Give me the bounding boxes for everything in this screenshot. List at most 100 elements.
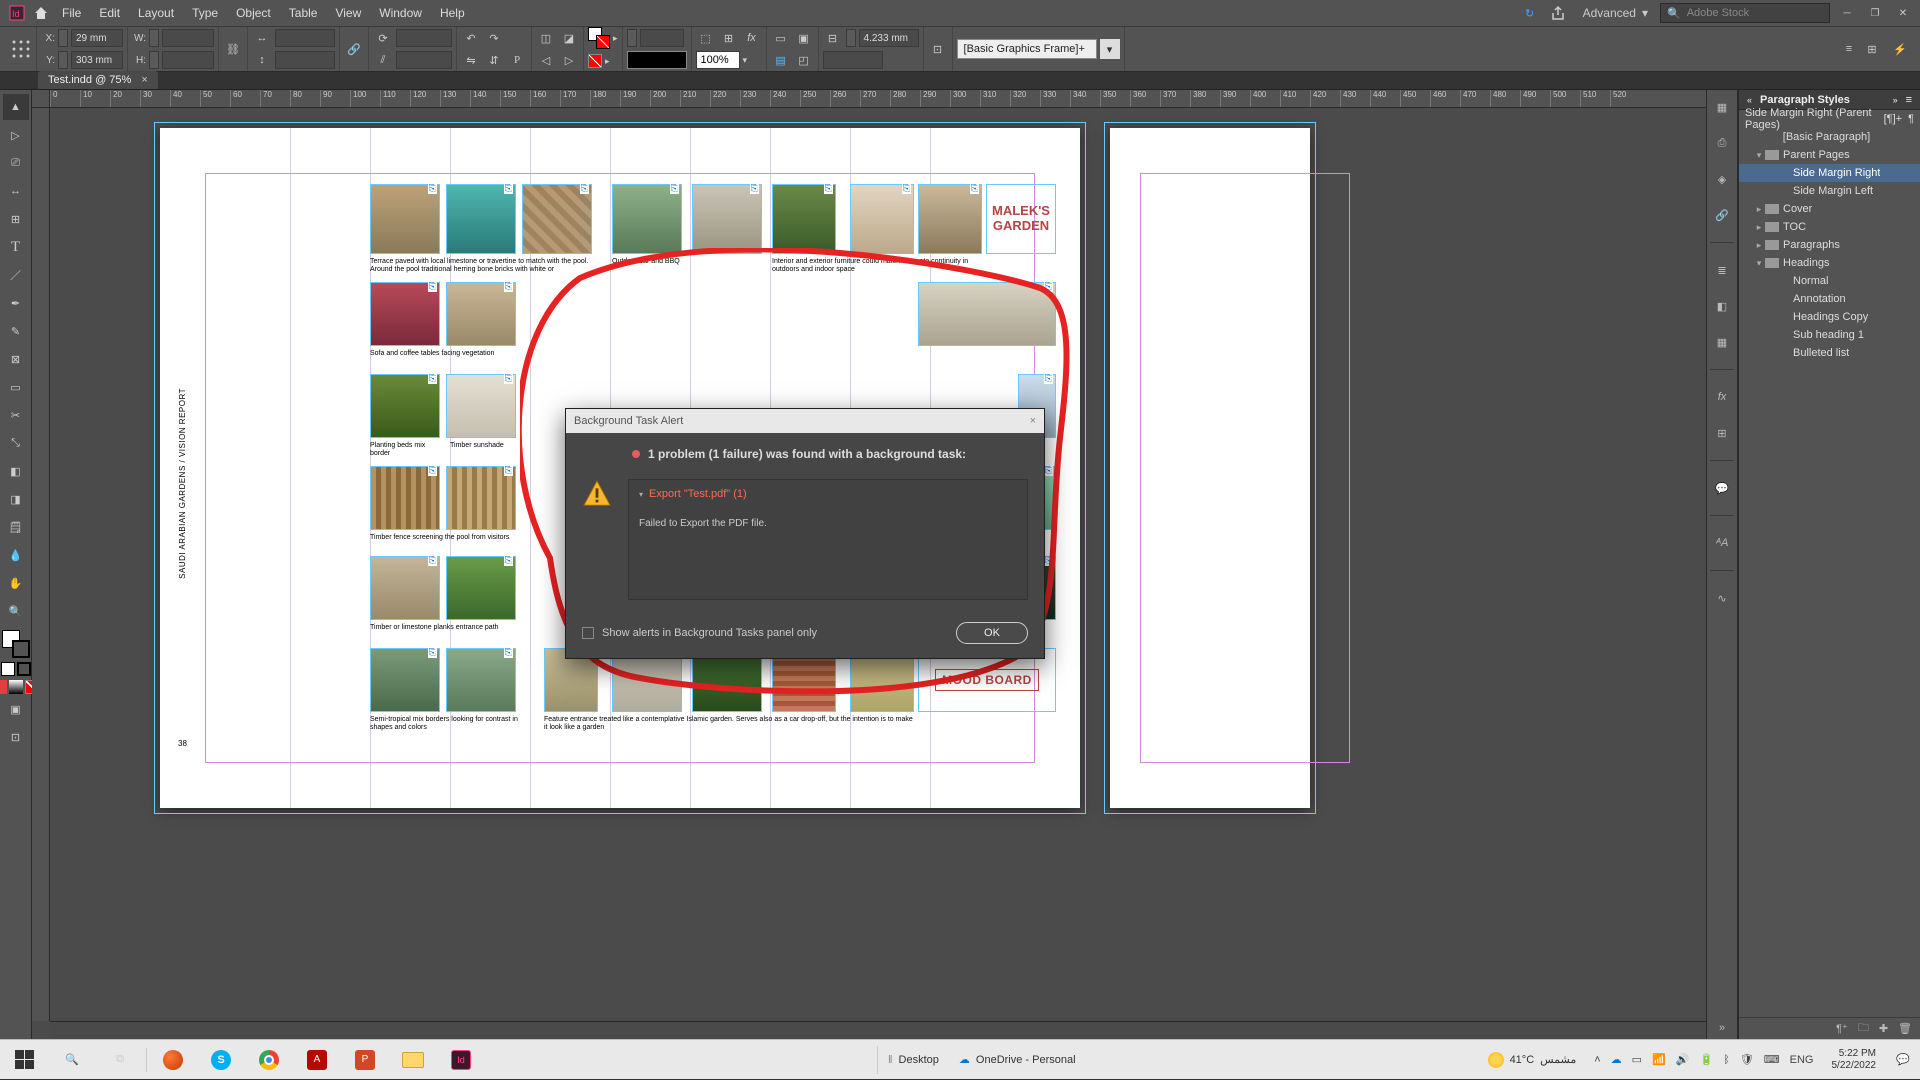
tray-language[interactable]: ENG <box>1790 1054 1814 1066</box>
fx-icon[interactable]: fx <box>742 28 762 48</box>
distribute-panel-icon[interactable]: ⊞ <box>1862 39 1882 59</box>
moodboard-image[interactable] <box>446 282 516 346</box>
tray-onedrive-icon[interactable]: ☁ <box>1611 1053 1622 1066</box>
free-transform-tool-icon[interactable]: ⤡ <box>3 430 29 456</box>
p-icon[interactable]: P <box>507 50 527 70</box>
start-button[interactable] <box>0 1040 48 1080</box>
w-field[interactable] <box>162 29 214 47</box>
note-tool-icon[interactable]: 🗒 <box>3 514 29 540</box>
title-box[interactable]: MALEK'S GARDEN <box>986 184 1056 254</box>
auto-fit-icon[interactable]: ⬚ <box>696 28 716 48</box>
show-desktop-peek[interactable]: ‖Desktop <box>877 1046 949 1074</box>
direct-selection-tool-icon[interactable]: ▷ <box>3 122 29 148</box>
taskbar-app-skype[interactable]: S <box>197 1040 245 1080</box>
text-wrap-around-icon[interactable]: ▣ <box>794 28 814 48</box>
onedrive-pill[interactable]: ☁OneDrive - Personal <box>949 1046 1086 1074</box>
pencil-tool-icon[interactable]: ✎ <box>3 318 29 344</box>
vertical-ruler[interactable] <box>32 108 50 1021</box>
error-detail-box[interactable]: ▾ Export "Test.pdf" (1) Failed to Export… <box>628 479 1028 600</box>
rectangle-tool-icon[interactable]: ▭ <box>3 374 29 400</box>
dialog-close-icon[interactable]: × <box>1030 415 1036 427</box>
style-folder-row[interactable]: ▸Cover <box>1739 200 1920 218</box>
menu-layout[interactable]: Layout <box>130 2 182 24</box>
x-stepper[interactable] <box>58 29 68 47</box>
select-prev-icon[interactable]: ◁ <box>536 50 556 70</box>
apply-stroke-icon[interactable] <box>17 662 31 676</box>
horizontal-ruler[interactable]: 0102030405060708090100110120130140150160… <box>50 90 1706 108</box>
horizontal-scrollbar[interactable] <box>50 1021 1706 1039</box>
taskbar-app-chrome[interactable] <box>245 1040 293 1080</box>
style-row[interactable]: Headings Copy <box>1739 308 1920 326</box>
menu-object[interactable]: Object <box>228 2 279 24</box>
stroke-weight-stepper[interactable] <box>627 29 637 47</box>
pen-tool-icon[interactable]: ✒ <box>3 290 29 316</box>
fill-stroke-toolbox[interactable] <box>2 630 30 658</box>
object-styles-panel-icon[interactable]: ⊞ <box>1711 422 1733 444</box>
window-close-button[interactable]: ✕ <box>1892 5 1914 21</box>
scale-y-field[interactable] <box>275 51 335 69</box>
layers-panel-icon[interactable]: ◈ <box>1711 168 1733 190</box>
tray-input-icon[interactable]: ⌨ <box>1764 1053 1780 1066</box>
page-tool-icon[interactable]: ⎚ <box>3 150 29 176</box>
select-next-icon[interactable]: ▷ <box>559 50 579 70</box>
type-tool-icon[interactable]: T <box>3 234 29 260</box>
menu-edit[interactable]: Edit <box>91 2 128 24</box>
shear-field[interactable] <box>396 51 452 69</box>
hand-tool-icon[interactable]: ✋ <box>3 570 29 596</box>
y-field[interactable]: 303 mm <box>71 51 123 69</box>
opacity-field[interactable]: 100% <box>696 51 740 69</box>
taskbar-app-powerpoint[interactable]: P <box>341 1040 389 1080</box>
menu-table[interactable]: Table <box>281 2 326 24</box>
error-group-row[interactable]: ▾ Export "Test.pdf" (1) <box>639 488 1017 500</box>
content-collector-icon[interactable]: ⊞ <box>3 206 29 232</box>
sync-icon[interactable]: ↻ <box>1517 2 1543 24</box>
dialog-titlebar[interactable]: Background Task Alert × <box>566 409 1044 433</box>
taskbar-app-explorer[interactable] <box>389 1040 437 1080</box>
moodboard-image[interactable] <box>370 282 440 346</box>
moodboard-image[interactable] <box>918 282 1056 346</box>
y-stepper[interactable] <box>58 51 68 69</box>
corner-options-icon[interactable]: ◰ <box>794 50 814 70</box>
style-row[interactable]: Normal <box>1739 272 1920 290</box>
gap-stepper[interactable] <box>846 29 856 47</box>
reference-point-grid[interactable] <box>6 27 37 71</box>
screen-mode-icon[interactable]: ⊡ <box>3 724 29 750</box>
document-tab[interactable]: Test.indd @ 75% × <box>38 71 158 89</box>
tray-bluetooth-icon[interactable]: ᛒ <box>1723 1054 1730 1066</box>
flip-h-icon[interactable]: ⇋ <box>461 50 481 70</box>
gradient-swatch-tool-icon[interactable]: ◧ <box>3 458 29 484</box>
select-container-icon[interactable]: ◫ <box>536 28 556 48</box>
none-swatch-icon[interactable] <box>588 54 602 68</box>
taskbar-app-snip[interactable] <box>149 1040 197 1080</box>
object-style-field[interactable]: [Basic Graphics Frame]+ <box>957 39 1097 59</box>
tray-overflow-icon[interactable]: ˄ <box>1594 1054 1600 1066</box>
window-minimize-button[interactable]: ─ <box>1836 5 1858 21</box>
rotate-ccw-icon[interactable]: ↶ <box>461 28 481 48</box>
align-panel-icon[interactable]: ≡ <box>1839 39 1859 59</box>
style-row[interactable]: Bulleted list <box>1739 344 1920 362</box>
h-stepper[interactable] <box>149 51 159 69</box>
scissors-tool-icon[interactable]: ✂ <box>3 402 29 428</box>
quick-apply-icon[interactable]: ⚡ <box>1890 39 1910 59</box>
zoom-tool-icon[interactable]: 🔍 <box>3 598 29 624</box>
moodboard-image[interactable] <box>370 374 440 438</box>
system-tray[interactable]: ˄ ☁ ▭ 📶 🔊 🔋 ᛒ 🛡 ⌨ ENG <box>1586 1053 1821 1066</box>
gap-field[interactable]: 4.233 mm <box>859 29 919 47</box>
moodboard-image[interactable] <box>370 556 440 620</box>
x-field[interactable]: 29 mm <box>71 29 123 47</box>
moodboard-image[interactable] <box>692 184 762 254</box>
selection-tool-icon[interactable]: ▲ <box>3 94 29 120</box>
close-tab-icon[interactable]: × <box>141 74 147 86</box>
apply-gradient-icon[interactable] <box>9 680 23 694</box>
viewport[interactable]: SAUDI ARABIAN GARDENS / VISION REPORT 38… <box>50 108 1706 1021</box>
style-folder-row[interactable]: ▸Paragraphs <box>1739 236 1920 254</box>
action-center-icon[interactable]: 💬 <box>1886 1040 1920 1080</box>
workspace-switcher[interactable]: Advanced▾ <box>1573 2 1658 24</box>
scale-x-field[interactable] <box>275 29 335 47</box>
effects-panel-icon[interactable]: fx <box>1711 386 1733 408</box>
ruler-origin[interactable] <box>32 90 50 108</box>
menu-window[interactable]: Window <box>371 2 430 24</box>
pages-panel-icon[interactable]: ⎙ <box>1711 132 1733 154</box>
moodboard-image[interactable] <box>522 184 592 254</box>
new-style-icon[interactable]: [¶]+ <box>1884 113 1902 125</box>
